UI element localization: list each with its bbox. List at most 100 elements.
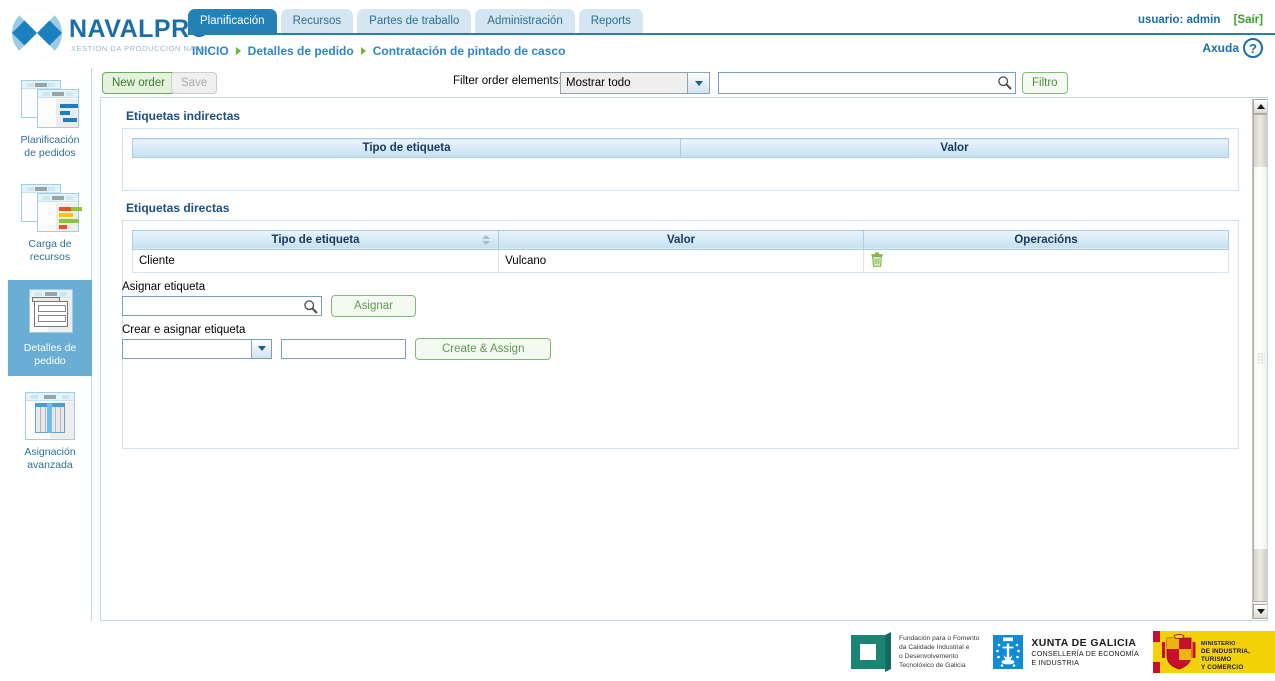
footer: Fundación para o Fomento da Calidade Ind… — [0, 623, 1275, 681]
fcig-text-line4: Tecnolóxico de Galicia — [899, 661, 979, 670]
search-input[interactable] — [722, 74, 994, 92]
filter-select-value: Mostrar todo — [566, 77, 631, 89]
new-order-button[interactable]: New order — [102, 72, 175, 94]
fcig-text-line1: Fundación para o Fomento — [899, 634, 979, 643]
help-link[interactable]: Axuda ? — [1202, 38, 1263, 58]
sidebar-label-line1: Asignación — [10, 446, 90, 459]
delete-trash-icon[interactable] — [870, 252, 884, 267]
column-header-label: Tipo de etiqueta — [272, 234, 360, 246]
column-header-valor[interactable]: Valor — [499, 230, 864, 249]
direct-tags-title: Etiquetas directas — [101, 191, 1253, 220]
table-row[interactable]: Cliente Vulcano — [133, 249, 1229, 272]
spain-coat-of-arms-icon — [1162, 634, 1196, 670]
tag-type-select[interactable] — [122, 339, 272, 359]
table-header-row: Tipo de etiqueta Valor Operacións — [133, 230, 1229, 249]
column-header-tipo-de-etiqueta[interactable]: Tipo de etiqueta — [133, 139, 681, 158]
ministerio-line2: DE INDUSTRIA, TURISMO — [1201, 648, 1275, 664]
sidebar-item-planificacion-de-pedidos[interactable]: Planificación de pedidos — [8, 72, 92, 168]
assign-tag-input-field[interactable] — [122, 296, 322, 316]
sidebar-label-line2: recursos — [10, 251, 90, 264]
cell-valor: Vulcano — [499, 249, 864, 272]
breadcrumb: INICIO Detalles de pedido Contratación d… — [192, 44, 565, 58]
order-details-icon — [19, 286, 81, 338]
assign-tag-input[interactable] — [123, 297, 301, 315]
scroll-up-arrow-icon[interactable] — [1253, 99, 1268, 114]
sort-updown-icon[interactable] — [481, 235, 490, 246]
xunta-de-galicia-logo: XUNTA DE GALICIA CONSELLERÍA DE ECONOMÍA… — [993, 635, 1139, 669]
column-header-valor[interactable]: Valor — [681, 139, 1229, 158]
xunta-line2: E INDUSTRIA — [1031, 658, 1139, 668]
scroll-down-arrow-icon[interactable] — [1253, 604, 1268, 619]
advanced-allocation-grid-icon — [19, 390, 81, 442]
navalpro-logo-icon — [12, 8, 62, 58]
table-empty-body — [133, 158, 1229, 181]
create-assign-tag-form: Crear e asignar etiqueta Create & Assign — [101, 317, 1253, 360]
sidebar-label-line1: Carga de — [10, 238, 90, 251]
sidebar: Planificación de pedidos Carga de recurs… — [8, 68, 92, 621]
breadcrumb-item-inicio[interactable]: INICIO — [192, 44, 229, 58]
order-search-field[interactable] — [718, 72, 1016, 94]
sidebar-label-line1: Planificación — [10, 134, 90, 147]
column-header-tipo-de-etiqueta[interactable]: Tipo de etiqueta — [133, 230, 499, 249]
filter-order-elements-label: Filter order elements: — [453, 75, 562, 87]
ministerio-line3: Y COMERCIO — [1201, 664, 1275, 672]
app-header: NAVALPRO XESTION DA PRODUCCION NAVAL Pla… — [0, 0, 1275, 68]
order-content-area: Etiquetas indirectas Tipo de etiqueta Va… — [100, 99, 1268, 621]
fcig-logo: Fundación para o Fomento da Calidade Ind… — [851, 632, 979, 672]
sidebar-item-detalles-de-pedido[interactable]: Detalles de pedido — [8, 280, 92, 376]
tab-recursos[interactable]: Recursos — [281, 9, 354, 33]
magnifier-icon[interactable] — [997, 75, 1013, 91]
tab-administracion[interactable]: Administración — [475, 9, 574, 33]
column-header-operacions[interactable]: Operacións — [864, 230, 1229, 249]
ministerio-logo: MINISTERIO DE INDUSTRIA, TURISMO Y COMER… — [1153, 631, 1275, 673]
breadcrumb-separator-icon — [361, 47, 366, 55]
new-tag-name-field[interactable] — [281, 339, 406, 359]
sidebar-label-line2: de pedidos — [10, 147, 90, 160]
tab-partes-de-traballo[interactable]: Partes de traballo — [357, 9, 471, 33]
breadcrumb-item-detalles-de-pedido[interactable]: Detalles de pedido — [248, 44, 354, 58]
breadcrumb-item-current[interactable]: Contratación de pintado de casco — [373, 44, 566, 58]
indirect-tags-panel: Tipo de etiqueta Valor — [122, 128, 1239, 191]
chevron-down-icon[interactable] — [251, 340, 271, 358]
username-label: usuario: admin — [1138, 14, 1220, 26]
sidebar-label-line2: pedido — [10, 355, 90, 368]
resource-load-icon — [19, 182, 81, 234]
logout-link[interactable]: [Saír] — [1234, 14, 1263, 26]
app-logo: NAVALPRO XESTION DA PRODUCCION NAVAL — [12, 8, 210, 58]
new-tag-name-input[interactable] — [282, 340, 405, 358]
filter-order-elements-select[interactable]: Mostrar todo — [560, 72, 710, 94]
asignar-button[interactable]: Asignar — [331, 295, 416, 317]
spain-flag-bar-icon — [1153, 631, 1160, 673]
xunta-crest-icon — [993, 635, 1023, 669]
gantt-windows-icon — [19, 78, 81, 130]
logo-tagline: XESTION DA PRODUCCION NAVAL — [69, 45, 210, 53]
scrollable-content: Etiquetas indirectas Tipo de etiqueta Va… — [101, 99, 1253, 619]
assign-tag-form: Asignar etiqueta Asignar — [101, 279, 1253, 317]
sidebar-label-line2: avanzada — [10, 459, 90, 472]
order-toolbar: New order Save Filter order elements: Mo… — [100, 68, 1268, 98]
scrollbar-thumb[interactable] — [1253, 114, 1268, 602]
vertical-scrollbar[interactable] — [1252, 99, 1267, 619]
question-mark-icon[interactable]: ? — [1243, 38, 1263, 58]
xunta-title: XUNTA DE GALICIA — [1031, 637, 1139, 649]
filtro-button[interactable]: Filtro — [1022, 72, 1068, 94]
user-info: usuario: admin [Saír] — [1138, 14, 1263, 26]
indirect-tags-title: Etiquetas indirectas — [101, 99, 1253, 128]
save-button: Save — [171, 72, 217, 94]
direct-tags-table: Tipo de etiqueta Valor Operacións Client… — [132, 230, 1229, 273]
create-and-assign-button[interactable]: Create & Assign — [415, 338, 551, 360]
breadcrumb-separator-icon — [236, 47, 241, 55]
cell-operacions — [864, 249, 1229, 272]
xunta-line1: CONSELLERÍA DE ECONOMÍA — [1031, 649, 1139, 659]
tab-planificacion[interactable]: Planificación — [188, 9, 277, 33]
sidebar-item-carga-de-recursos[interactable]: Carga de recursos — [8, 176, 92, 272]
chevron-down-icon[interactable] — [687, 73, 709, 93]
create-assign-tag-label: Crear e asignar etiqueta — [122, 324, 1253, 336]
main-nav-tabs: Planificación Recursos Partes de traball… — [188, 9, 643, 33]
tab-reports[interactable]: Reports — [579, 9, 643, 33]
assign-tag-label: Asignar etiqueta — [122, 281, 1253, 293]
sidebar-item-asignacion-avanzada[interactable]: Asignación avanzada — [8, 384, 92, 480]
table-header-row: Tipo de etiqueta Valor — [133, 139, 1229, 158]
help-label: Axuda — [1202, 41, 1239, 55]
magnifier-icon[interactable] — [303, 299, 319, 315]
